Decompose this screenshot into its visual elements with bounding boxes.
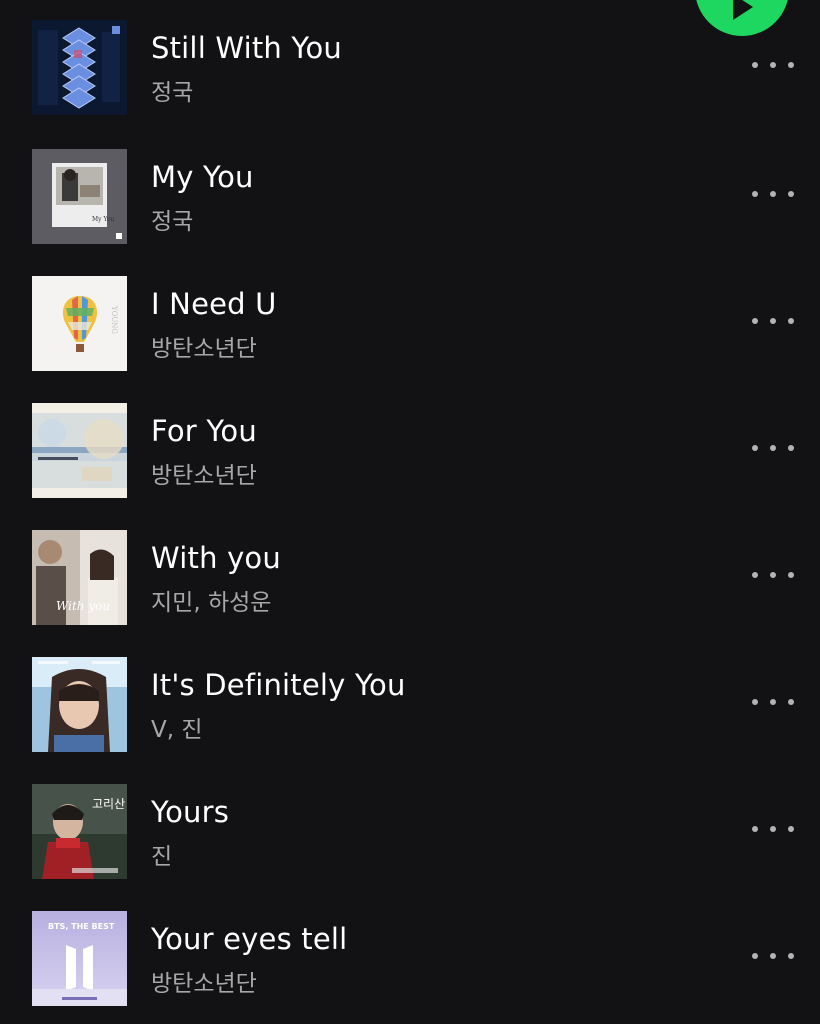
track-title: My You <box>151 160 254 194</box>
more-options-icon <box>752 445 758 451</box>
track-row[interactable]: Still With You 정국 <box>0 0 820 125</box>
more-options-button[interactable] <box>750 941 796 971</box>
track-row[interactable]: With you With you 지민, 하성운 <box>0 508 820 635</box>
track-row[interactable]: My You My You 정국 <box>0 127 820 254</box>
track-artist: 정국 <box>151 80 194 106</box>
album-cover: YOUNG <box>32 276 127 371</box>
more-options-icon <box>752 572 758 578</box>
playlist-screen: Still With You 정국 My You My You 정국 YOUNG… <box>0 0 820 1024</box>
track-artist: 방탄소년단 <box>151 971 257 997</box>
track-row[interactable]: For You 방탄소년단 <box>0 381 820 508</box>
track-artist: 지민, 하성운 <box>151 590 272 616</box>
track-row[interactable]: It's Definitely You V, 진 <box>0 635 820 762</box>
album-cover <box>32 657 127 752</box>
more-options-button[interactable] <box>750 306 796 336</box>
svg-text:고리산: 고리산 <box>92 797 125 811</box>
track-title: For You <box>151 414 257 448</box>
track-artist: 진 <box>151 844 173 870</box>
more-options-icon <box>752 62 758 68</box>
svg-text:BTS, THE BEST: BTS, THE BEST <box>48 922 115 931</box>
more-options-icon <box>752 699 758 705</box>
album-cover: With you <box>32 530 127 625</box>
track-row[interactable]: 고리산 Yours 진 <box>0 762 820 889</box>
track-title: It's Definitely You <box>151 668 406 702</box>
track-artist: 방탄소년단 <box>151 463 257 489</box>
album-cover <box>32 20 127 115</box>
more-options-button[interactable] <box>750 433 796 463</box>
track-title: Still With You <box>151 31 343 65</box>
album-cover: 고리산 <box>32 784 127 879</box>
more-options-button[interactable] <box>750 560 796 590</box>
more-options-button[interactable] <box>750 814 796 844</box>
svg-text:With you: With you <box>56 599 110 613</box>
track-title: Yours <box>151 795 230 829</box>
album-cover: BTS, THE BEST <box>32 911 127 1006</box>
more-options-button[interactable] <box>750 687 796 717</box>
track-artist: V, 진 <box>151 717 203 743</box>
more-options-icon <box>752 191 758 197</box>
track-row[interactable]: BTS, THE BEST Your eyes tell 방탄소년단 <box>0 889 820 1016</box>
track-title: Your eyes tell <box>151 922 348 956</box>
track-artist: 정국 <box>151 209 194 235</box>
album-cover <box>32 403 127 498</box>
album-cover: My You <box>32 149 127 244</box>
more-options-icon <box>752 953 758 959</box>
track-title: I Need U <box>151 287 277 321</box>
more-options-icon <box>752 826 758 832</box>
more-options-button[interactable] <box>750 179 796 209</box>
svg-text:YOUNG: YOUNG <box>110 305 118 334</box>
track-row[interactable]: YOUNG I Need U 방탄소년단 <box>0 254 820 381</box>
svg-text:My You: My You <box>92 216 114 223</box>
more-options-icon <box>752 318 758 324</box>
more-options-button[interactable] <box>750 50 796 80</box>
track-artist: 방탄소년단 <box>151 336 257 362</box>
track-title: With you <box>151 541 281 575</box>
